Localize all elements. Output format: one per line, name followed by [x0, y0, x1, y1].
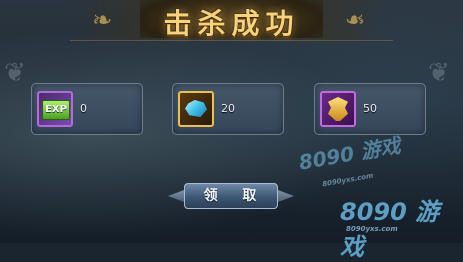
- right-scroll-decoration: ❦: [428, 58, 450, 88]
- exp-badge: EXP: [42, 100, 70, 120]
- armor-icon: [320, 91, 356, 127]
- claim-button-wrap: 领 取: [168, 183, 286, 209]
- dialog-title: 击杀成功: [163, 7, 300, 40]
- gem-shape: [185, 100, 207, 117]
- gem-icon: [178, 91, 214, 127]
- claim-button[interactable]: 领 取: [184, 183, 278, 209]
- reward-slot-gem[interactable]: 20: [172, 83, 284, 135]
- armor-shape: [328, 97, 348, 121]
- left-scroll-decoration: ❦: [4, 58, 26, 88]
- reward-slot-exp[interactable]: EXP 0: [31, 83, 143, 135]
- reward-count-armor: 50: [363, 102, 377, 115]
- reward-count-exp: 0: [80, 102, 87, 115]
- exp-icon: EXP: [37, 91, 73, 127]
- reward-slot-armor[interactable]: 50: [314, 83, 426, 135]
- reward-count-gem: 20: [221, 102, 235, 115]
- watermark-url-bottom: 8090yxs.com: [346, 225, 398, 233]
